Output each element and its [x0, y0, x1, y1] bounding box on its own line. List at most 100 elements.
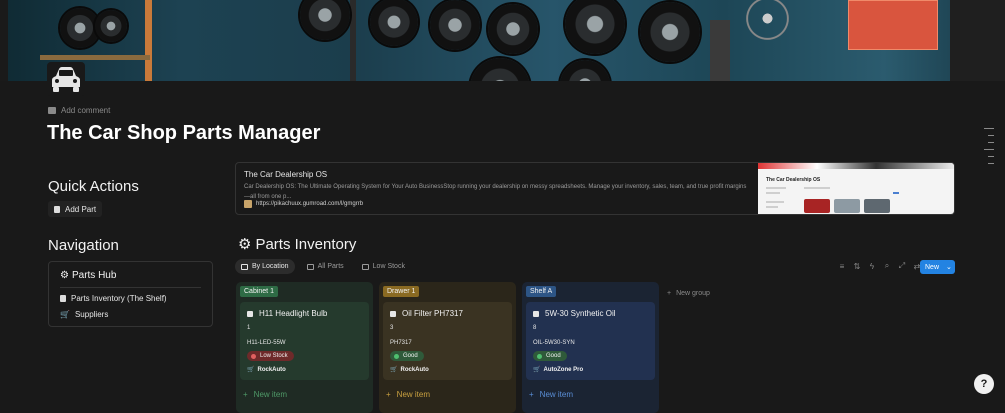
tab-low-stock[interactable]: Low Stock	[356, 259, 411, 274]
board-card[interactable]: 5W-30 Synthetic Oil 8 OIL-5W30-SYN Good …	[526, 302, 655, 380]
add-comment-label: Add comment	[61, 106, 111, 115]
divider	[60, 287, 201, 288]
card-supplier: 🛒 RockAuto	[247, 366, 286, 374]
new-item-label: New item	[253, 390, 288, 399]
board-column-shelf-a: Shelf A 5W-30 Synthetic Oil 8 OIL-5W30-S…	[522, 282, 659, 413]
new-button-label: New	[925, 263, 940, 271]
quick-actions-heading: Quick Actions	[48, 178, 139, 195]
lock-icon	[390, 310, 396, 317]
status-badge: Low Stock	[247, 351, 294, 361]
card-title: 5W-30 Synthetic Oil	[533, 309, 616, 318]
parts-hub-heading: ⚙ Parts Hub	[60, 270, 116, 281]
automation-icon[interactable]: ϟ	[868, 262, 876, 271]
comment-icon	[48, 107, 56, 114]
status-label: Good	[546, 353, 561, 359]
group-label: Drawer 1	[383, 286, 420, 297]
cart-icon: 🛒	[247, 367, 255, 373]
card-quantity: 3	[390, 325, 394, 331]
tab-label: All Parts	[317, 263, 344, 270]
gear-icon: ⚙	[60, 270, 69, 281]
navigation-callout: ⚙ Parts Hub Parts Inventory (The Shelf) …	[48, 261, 213, 327]
database-toolbar: ≡ ⇅ ϟ ⌕ ⤢ ⇄	[838, 261, 921, 271]
new-item-button[interactable]: + New item	[529, 390, 573, 399]
plus-icon: +	[667, 290, 672, 297]
status-badge: Good	[533, 351, 567, 361]
card-part-number: OIL-5W30-SYN	[533, 340, 575, 346]
plus-icon: +	[243, 390, 248, 399]
expand-icon[interactable]: ⤢	[898, 261, 906, 271]
bookmark-thumbnail: The Car Dealership OS	[758, 163, 954, 214]
status-label: Good	[403, 353, 418, 359]
tab-by-location[interactable]: By Location	[235, 259, 295, 274]
nav-link-label: Suppliers	[74, 310, 109, 319]
sort-icon[interactable]: ⇅	[853, 262, 861, 271]
table-icon	[306, 263, 314, 270]
supplier-label: AutoZone Pro	[543, 366, 584, 373]
board-column-cabinet-1: Cabinet 1 H11 Headlight Bulb 1 H11-LED-5…	[236, 282, 373, 413]
card-supplier: 🛒 RockAuto	[390, 366, 429, 374]
bookmark-url[interactable]: https://pikachuux.gumroad.com/l/gmgrrb	[244, 200, 363, 208]
new-item-label: New item	[539, 390, 574, 399]
nav-link-suppliers[interactable]: 🛒 Suppliers	[60, 310, 108, 319]
status-dot	[251, 353, 256, 359]
new-item-button[interactable]: + New item	[243, 390, 287, 399]
chevron-down-icon[interactable]: ⌄	[946, 263, 952, 271]
board-column-drawer-1: Drawer 1 Oil Filter PH7317 3 PH7317 Good…	[379, 282, 516, 413]
add-comment-button[interactable]: Add comment	[48, 106, 110, 115]
status-dot	[537, 353, 542, 359]
database-title: ⚙ Parts Inventory	[238, 235, 356, 254]
board-icon	[241, 263, 248, 270]
nav-link-parts-inventory[interactable]: Parts Inventory (The Shelf)	[60, 294, 167, 303]
lock-icon	[247, 310, 253, 317]
card-name: Oil Filter PH7317	[402, 309, 463, 318]
filter-icon[interactable]: ≡	[838, 262, 846, 271]
favicon-icon	[244, 200, 252, 208]
card-part-number: H11-LED-55W	[247, 340, 286, 346]
search-icon[interactable]: ⌕	[883, 261, 891, 271]
nav-link-label: Parts Inventory (The Shelf)	[71, 294, 167, 303]
card-supplier: 🛒 AutoZone Pro	[533, 366, 584, 374]
cart-icon: 🛒	[60, 310, 70, 319]
view-tabs: By Location All Parts Low Stock	[235, 259, 411, 274]
new-item-label: New item	[396, 390, 431, 399]
group-label: Cabinet 1	[240, 286, 278, 297]
add-part-label: Add Part	[65, 204, 97, 214]
group-label: Shelf A	[526, 286, 557, 297]
parts-hub-label: Parts Hub	[71, 270, 117, 281]
table-of-contents[interactable]	[984, 128, 994, 170]
card-part-number: PH7317	[390, 340, 412, 346]
tab-label: By Location	[252, 263, 289, 270]
cart-icon: 🛒	[533, 367, 541, 373]
bookmark-description: Car Dealership OS: The Ultimate Operatin…	[244, 184, 747, 200]
card-name: 5W-30 Synthetic Oil	[545, 309, 616, 318]
page-title: The Car Shop Parts Manager	[47, 122, 321, 144]
card-quantity: 1	[247, 325, 251, 331]
supplier-label: RockAuto	[257, 366, 286, 373]
plus-icon: +	[529, 390, 534, 399]
new-group-button[interactable]: + New group	[667, 290, 710, 297]
new-item-button[interactable]: + New item	[386, 390, 430, 399]
tab-label: Low Stock	[372, 263, 405, 270]
status-badge: Good	[390, 351, 424, 361]
card-title: H11 Headlight Bulb	[247, 309, 327, 318]
new-group-label: New group	[676, 290, 710, 297]
cover-image	[0, 0, 1005, 81]
car-icon	[47, 62, 85, 96]
bookmark-card[interactable]: The Car Dealership OS Car Dealership OS:…	[235, 162, 955, 215]
help-label: ?	[980, 378, 988, 390]
table-icon	[361, 263, 369, 270]
bookmark-url-text: https://pikachuux.gumroad.com/l/gmgrrb	[256, 201, 364, 207]
board-card[interactable]: Oil Filter PH7317 3 PH7317 Good 🛒 RockAut…	[383, 302, 512, 380]
lock-icon	[54, 205, 60, 213]
navigation-heading: Navigation	[48, 237, 119, 254]
lock-icon	[533, 310, 539, 317]
add-part-button[interactable]: Add Part	[48, 201, 103, 217]
lock-icon	[60, 295, 66, 302]
help-button[interactable]: ?	[974, 374, 994, 394]
card-quantity: 8	[533, 325, 537, 331]
tab-all-parts[interactable]: All Parts	[301, 259, 350, 274]
board-card[interactable]: H11 Headlight Bulb 1 H11-LED-55W Low Sto…	[240, 302, 369, 380]
cart-icon: 🛒	[390, 367, 398, 373]
new-button[interactable]: New ⌄	[920, 260, 955, 274]
bookmark-title: The Car Dealership OS	[244, 170, 328, 179]
